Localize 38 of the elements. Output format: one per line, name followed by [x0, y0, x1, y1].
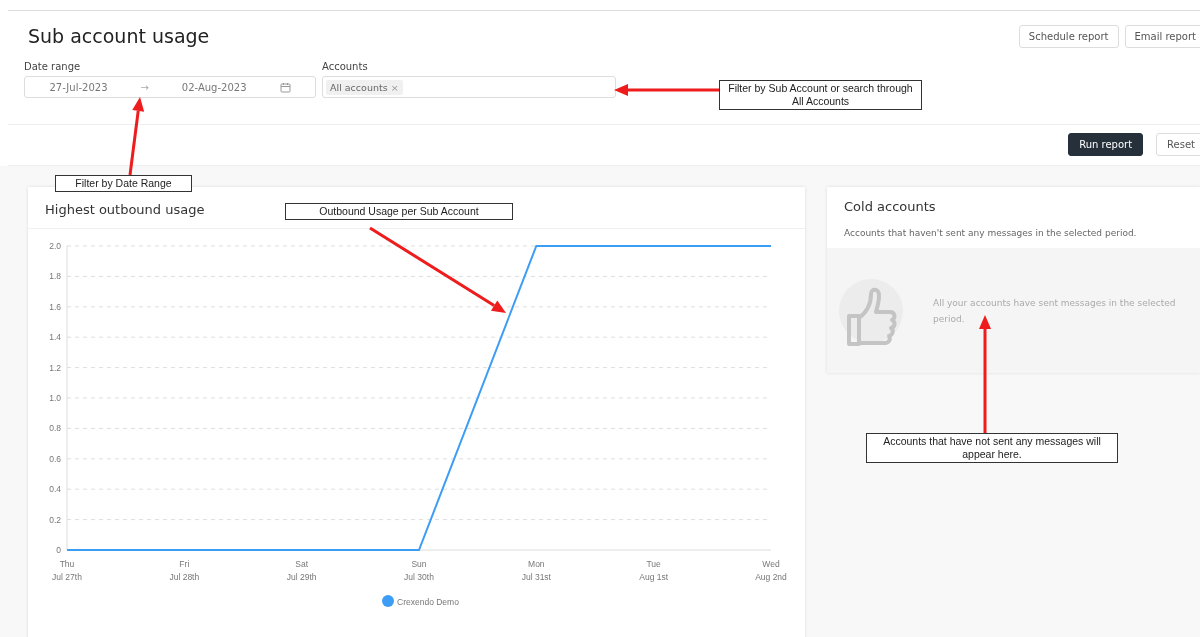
field-label: Accounts — [322, 61, 369, 72]
field-label: Date range — [24, 61, 82, 72]
card-subtitle: Accounts that haven't sent any messages in the selected period. — [844, 228, 1138, 238]
callout-box: Outbound Usage per Sub Account — [285, 203, 513, 220]
axis-label: 0.4 — [49, 484, 61, 495]
account-tag: All accounts × — [326, 79, 403, 95]
report-button[interactable]: Schedule report — [1018, 24, 1119, 48]
axis-label: 2.0 — [49, 241, 61, 251]
card-title: Highest outbound usage — [45, 202, 205, 217]
axis-label: 0.2 — [49, 514, 61, 525]
report-button[interactable]: Email report — [1124, 24, 1200, 48]
axis-label: 1.0 — [49, 393, 61, 403]
run-report-button[interactable]: Run report — [1068, 133, 1144, 156]
axis-label: Thu Jul 27th — [52, 559, 82, 582]
callout-box: Filter by Date Range — [55, 175, 192, 192]
axis-label: 0 — [56, 545, 61, 555]
calendar-icon — [279, 81, 291, 93]
axis-label: Sun Jul 30th — [404, 559, 434, 582]
date-range-field[interactable]: 27-Jul-2023 → 02-Aug-2023 — [24, 76, 316, 98]
axis-label: 1.2 — [49, 362, 61, 373]
callout-box: Filter by Sub Account or search through All Accounts — [719, 80, 922, 110]
axis-label: 0.6 — [49, 453, 61, 464]
axis-label: Wed Aug 2nd — [755, 559, 787, 582]
page-title: Sub account usage — [28, 25, 210, 47]
card-title: Cold accounts — [844, 199, 937, 214]
reset-button[interactable]: Reset — [1156, 133, 1200, 156]
callout-box: Accounts that have not sent any messages will appear here. — [866, 433, 1118, 463]
axis-label: Fri Jul 28th — [169, 559, 200, 582]
accounts-field[interactable]: All accounts × — [322, 76, 616, 98]
axis-label: 1.6 — [49, 301, 61, 312]
axis-label: Tue Aug 1st — [639, 559, 669, 582]
empty-message: All your accounts have sent messages in the selected period. — [933, 296, 1177, 326]
axis-label: Mon Jul 31st — [521, 559, 551, 582]
axis-label: 0.8 — [49, 423, 61, 434]
axis-label: Sat Jul 29th — [286, 559, 317, 582]
legend-label: Crexendo Demo — [397, 597, 459, 607]
axis-label: 1.8 — [49, 271, 61, 282]
axis-label: 1.4 — [49, 332, 61, 343]
